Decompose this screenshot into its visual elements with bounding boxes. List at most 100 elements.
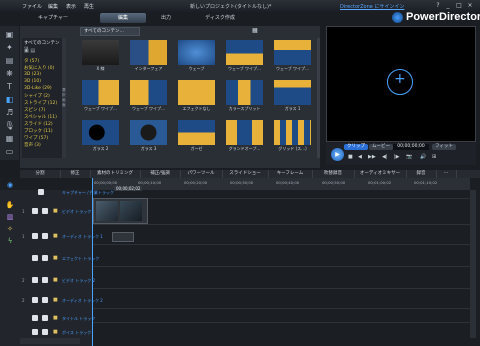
view-grid-icon[interactable]: ▦ [252, 27, 258, 34]
clip-mode-button[interactable]: クリップ [344, 144, 368, 150]
track-lock-checkbox[interactable] [42, 233, 48, 239]
transition-thumbnail[interactable]: エフェクトなし [178, 80, 215, 114]
magic-icon[interactable]: ▥ [5, 212, 15, 222]
chapter-room-icon[interactable]: ▦ [4, 134, 15, 144]
track-header[interactable]: キャプチャー / 作業トラック [20, 186, 114, 200]
library-scrollbar[interactable] [317, 38, 320, 158]
timeline-zoom-slider[interactable] [20, 338, 80, 344]
transition-thumbnail[interactable]: ウェーブ ワイプ… [274, 40, 311, 74]
close-button[interactable]: × [466, 2, 474, 10]
track-lock-checkbox[interactable] [42, 329, 48, 335]
menu-edit[interactable]: 編集 [48, 3, 58, 10]
lightning-icon[interactable]: ϟ [5, 236, 15, 246]
transition-thumbnail[interactable]: ガラス 1 [274, 80, 311, 114]
mark-in-icon[interactable]: ◀| [382, 154, 388, 160]
transition-thumbnail[interactable]: ガーゼ [178, 120, 215, 154]
tab-create-disc[interactable]: ディスク作成 [190, 13, 250, 23]
media-room-icon[interactable]: ▣ [4, 30, 15, 40]
track-lock-checkbox[interactable] [42, 297, 48, 303]
trim-button[interactable]: 素材のトリミング [90, 170, 141, 178]
track-header[interactable]: 1 ■ ビデオ トラック 1 [20, 205, 95, 219]
play-icon[interactable]: ▶ [331, 148, 344, 161]
lock-icon[interactable]: ■ [53, 277, 59, 283]
transition-thumbnail[interactable]: インターフェア [130, 40, 167, 74]
stop-icon[interactable]: ■ [348, 154, 353, 160]
more-options-button[interactable]: ⋯ [436, 170, 457, 178]
wand-icon[interactable]: ✧ [5, 224, 15, 234]
audio-mixing-room-icon[interactable]: ♬ [4, 108, 15, 118]
category-item[interactable]: 3D-Like (29) [24, 86, 52, 91]
category-item[interactable]: お気に入り (0) [24, 65, 54, 71]
track-enable-checkbox[interactable] [32, 277, 38, 283]
slideshow-button[interactable]: スライドショー [222, 170, 269, 178]
transition-thumbnail[interactable]: ウェーブ ワイプ… [130, 80, 167, 114]
track-enable-checkbox[interactable] [32, 208, 38, 214]
lock-icon[interactable]: ■ [53, 255, 59, 261]
panel-splitter[interactable]: 選択画面 [62, 38, 66, 158]
subtitle-room-icon[interactable]: ▭ [4, 147, 15, 157]
track-lock-checkbox[interactable] [42, 315, 48, 321]
fx-tools-icon[interactable]: ✋ [5, 200, 15, 210]
fix-button[interactable]: 修正 [60, 170, 91, 178]
tab-capture[interactable]: キャプチャー [28, 13, 78, 23]
tab-edit[interactable]: 編集 [100, 13, 146, 23]
content-filter-dropdown[interactable]: すべてのコンテン… [80, 27, 140, 36]
video-clip[interactable] [93, 198, 148, 224]
transition-thumbnail[interactable]: X 線 [82, 40, 119, 74]
category-item[interactable]: 音声 (3) [24, 142, 41, 148]
track-lock-checkbox[interactable] [42, 255, 48, 261]
fullscreen-icon[interactable]: ⊞ [432, 154, 436, 160]
category-item[interactable]: 3D (10) [24, 79, 41, 84]
menu-play[interactable]: 再生 [84, 3, 94, 10]
track-header[interactable]: 1 ■ オーディオ トラック 1 [20, 230, 103, 244]
transition-thumbnail[interactable]: グリッド (ス…) [274, 120, 311, 154]
menu-file[interactable]: ファイル [22, 3, 42, 10]
pip-room-icon[interactable]: ▤ [4, 56, 15, 66]
lock-icon[interactable]: ■ [53, 208, 59, 214]
timeline-scrollbar[interactable] [470, 190, 476, 338]
track-header[interactable]: ■ タイトル トラック [20, 312, 95, 326]
dubbing-button[interactable]: 吹替録音 [312, 170, 355, 178]
record-button[interactable]: 録音 [406, 170, 437, 178]
transition-thumbnail[interactable]: ウェーブ ワイプ… [82, 80, 119, 114]
category-item[interactable]: ストライプ (12) [24, 100, 57, 106]
category-item[interactable]: シャイプ (2) [24, 93, 50, 99]
preview-window[interactable]: + [326, 26, 476, 142]
track-header[interactable]: ■ エフェクト トラック [20, 252, 99, 266]
track-header[interactable]: 2 ■ ビデオ トラック 2 [20, 274, 95, 288]
voice-over-room-icon[interactable]: 🎙 [4, 121, 15, 131]
maximize-button[interactable]: □ [455, 2, 463, 10]
category-item[interactable]: ワイプ (57) [24, 135, 48, 141]
snapshot-icon[interactable]: 📷 [406, 154, 412, 160]
volume-icon[interactable]: 🔊 [420, 154, 426, 160]
transition-thumbnail[interactable]: ウェーブ [178, 40, 215, 74]
enhance-button[interactable]: 補正/強調 [140, 170, 181, 178]
previous-frame-icon[interactable]: ◀ [358, 154, 362, 160]
category-item[interactable]: タ (57) [24, 58, 39, 64]
transition-thumbnail[interactable]: グランドオープ… [226, 120, 263, 154]
directorzone-link[interactable]: DirectorZone にサインイン [340, 3, 404, 10]
transition-room-icon[interactable]: ◧ [4, 95, 15, 105]
audio-clip[interactable] [112, 232, 134, 242]
category-item[interactable]: 3D (23) [24, 72, 41, 77]
lock-icon[interactable]: ■ [53, 233, 59, 239]
power-tools-button[interactable]: パワーツール [180, 170, 223, 178]
playhead[interactable] [92, 178, 93, 346]
split-button[interactable]: 分割 [20, 170, 61, 178]
track-enable-checkbox[interactable] [38, 189, 44, 195]
transition-thumbnail[interactable]: カラースプリット [226, 80, 263, 114]
mark-out-icon[interactable]: |▶ [394, 154, 400, 160]
transition-thumbnail[interactable]: ガラス 2 [82, 120, 119, 154]
transition-thumbnail[interactable]: ウェーブ ワイプ… [226, 40, 263, 74]
category-item[interactable]: ブロック (11) [24, 128, 53, 134]
lock-icon[interactable]: ■ [53, 329, 59, 335]
category-item[interactable]: スピン (7) [24, 107, 45, 113]
menu-view[interactable]: 表示 [66, 3, 76, 10]
track-enable-checkbox[interactable] [32, 297, 38, 303]
lock-icon[interactable]: ■ [53, 315, 59, 321]
particle-room-icon[interactable]: ❋ [4, 69, 15, 79]
transition-thumbnail[interactable]: ガラス 3 [130, 120, 167, 154]
category-item[interactable]: スライド (12) [24, 121, 53, 127]
track-enable-checkbox[interactable] [32, 315, 38, 321]
track-enable-checkbox[interactable] [32, 329, 38, 335]
